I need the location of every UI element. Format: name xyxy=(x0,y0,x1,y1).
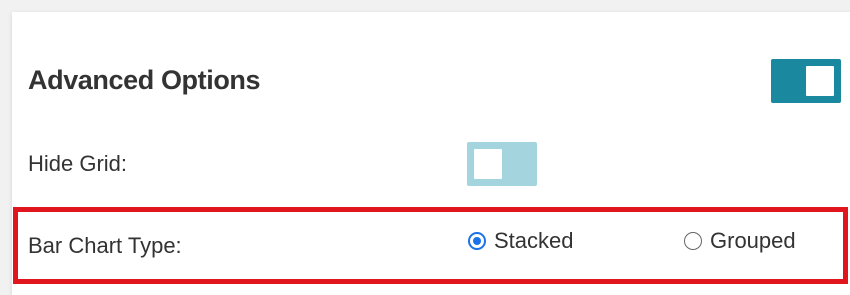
radio-stacked[interactable]: Stacked xyxy=(468,226,574,256)
bar-chart-type-label: Bar Chart Type: xyxy=(28,233,182,258)
radio-selected-icon[interactable] xyxy=(468,232,486,250)
hide-grid-label: Hide Grid: xyxy=(28,151,128,176)
radio-stacked-label: Stacked xyxy=(494,228,574,253)
toggle-knob xyxy=(806,66,834,96)
hide-grid-toggle[interactable] xyxy=(467,142,537,186)
radio-unselected-icon[interactable] xyxy=(684,232,702,250)
advanced-options-toggle[interactable] xyxy=(771,59,841,103)
toggle-knob xyxy=(474,149,502,179)
advanced-options-title: Advanced Options xyxy=(28,65,261,95)
radio-grouped[interactable]: Grouped xyxy=(684,226,796,256)
radio-grouped-label: Grouped xyxy=(710,228,796,253)
